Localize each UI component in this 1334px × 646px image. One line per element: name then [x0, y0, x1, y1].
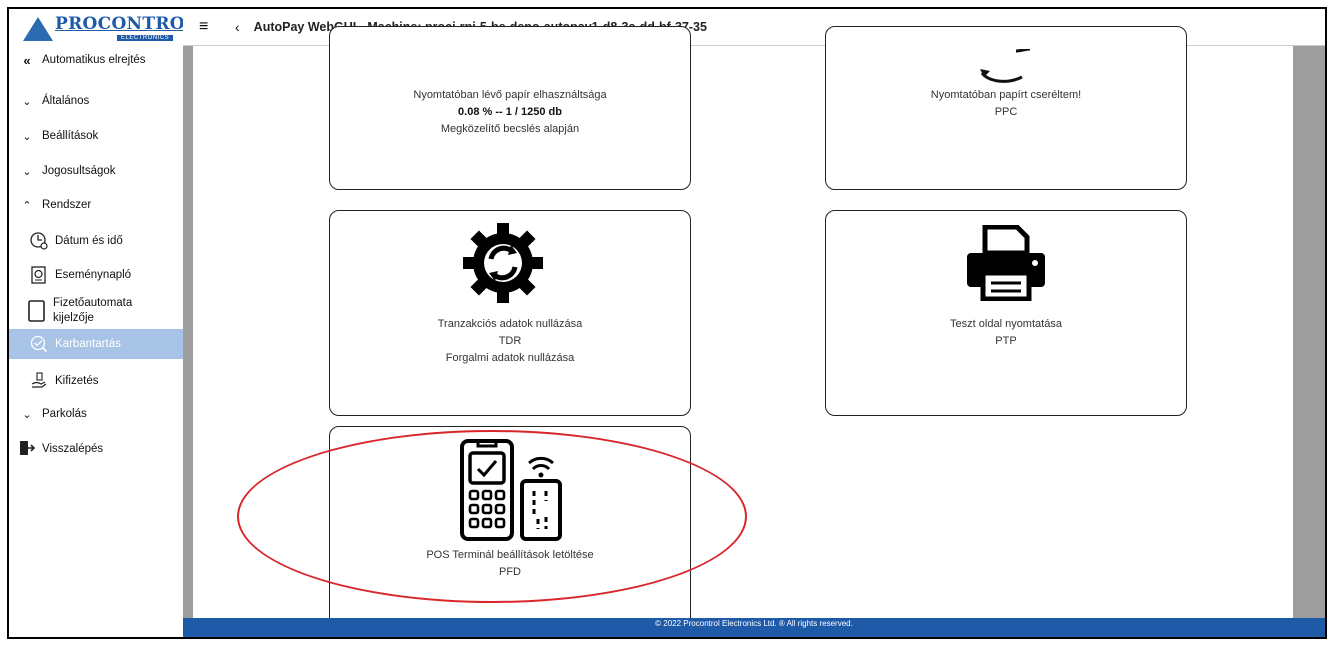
sidebar-item-label: Kifizetés	[55, 375, 99, 387]
sidebar-group-label: Rendszer	[42, 199, 92, 211]
sidebar-group-jogosultsagok[interactable]: ⌄ Jogosultságok	[9, 156, 183, 186]
footer-copyright: © 2022 Procontrol Electronics Ltd. ® All…	[655, 619, 853, 628]
sidebar-item-label: Eseménynapló	[55, 269, 132, 281]
sidebar-group-parkolas[interactable]: ⌄ Parkolás	[9, 399, 183, 429]
tablet-icon	[27, 300, 47, 322]
sidebar-item-label: Dátum és idő	[55, 235, 123, 247]
card-title: POS Terminál beállítások letöltése	[426, 549, 594, 561]
auto-hide-label: Automatikus elrejtés	[42, 54, 146, 66]
chevron-down-icon: ⌄	[22, 130, 32, 143]
sidebar-group-label: Általános	[42, 95, 90, 107]
sidebar-item-label: Karbantartás	[55, 338, 121, 350]
sidebar-item-datum[interactable]: Dátum és idő	[9, 227, 183, 255]
logout-label: Visszalépés	[42, 443, 104, 455]
maintenance-panel: Nyomtatóban lévő papír elhasználtsága 0.…	[193, 26, 1293, 632]
footer: © 2022 Procontrol Electronics Ltd. ® All…	[183, 618, 1325, 637]
chevron-down-icon: ⌄	[22, 408, 32, 421]
clock-gear-icon	[29, 231, 49, 251]
sidebar-item-karbantartas[interactable]: Karbantartás	[9, 329, 183, 359]
main-content: Nyomtatóban lévő papír elhasználtsága 0.…	[183, 26, 1325, 632]
card-title: Nyomtatóban lévő papír elhasználtsága	[413, 89, 607, 101]
sidebar: PROCONTROL ELECTRONICS « Automatikus elr…	[9, 9, 197, 637]
hand-coin-icon	[29, 371, 49, 391]
card-paper-usage[interactable]: Nyomtatóban lévő papír elhasználtsága 0.…	[329, 26, 691, 190]
chevron-up-icon: ⌃	[22, 199, 32, 212]
card-tdr[interactable]: Tranzakciós adatok nullázása TDR Forgalm…	[329, 210, 691, 416]
printer-icon	[967, 225, 1045, 301]
sidebar-group-label: Parkolás	[42, 408, 87, 420]
sidebar-group-beallitasok[interactable]: ⌄ Beállítások	[9, 121, 183, 151]
logo-triangle-icon	[23, 17, 53, 41]
card-title: Teszt oldal nyomtatása	[950, 318, 1062, 330]
hamburger-menu-icon[interactable]: ≡	[199, 18, 215, 36]
sidebar-group-altalanos[interactable]: ⌄ Általános	[9, 86, 183, 116]
refresh-arrows-icon	[980, 49, 1031, 83]
card-code: TDR	[498, 335, 522, 347]
logo-sub: ELECTRONICS	[117, 35, 174, 41]
card-ptp[interactable]: Teszt oldal nyomtatása PTP	[825, 210, 1187, 416]
card-code: PFD	[499, 566, 521, 578]
sidebar-logout[interactable]: Visszalépés	[9, 434, 183, 464]
card-code: PPC	[994, 106, 1018, 118]
paper-usage-value: 0.08 % -- 1 / 1250 db	[458, 106, 562, 118]
pos-terminal-icon	[460, 439, 562, 541]
card-code: PTP	[995, 335, 1017, 347]
card-title: Tranzakciós adatok nullázása	[437, 318, 583, 330]
sidebar-group-label: Beállítások	[42, 130, 99, 142]
sidebar-item-esemenynaplo[interactable]: Eseménynapló	[9, 261, 183, 289]
card-note: Megközelítő becslés alapján	[440, 123, 580, 135]
logout-door-icon	[19, 440, 36, 459]
chevron-down-icon: ⌄	[22, 95, 32, 108]
card-title: Nyomtatóban papírt cseréltem!	[930, 89, 1082, 101]
wrench-check-icon	[29, 334, 49, 354]
chevron-down-icon: ⌄	[22, 165, 32, 178]
procontrol-logo[interactable]: PROCONTROL ELECTRONICS	[21, 13, 197, 45]
logo-brand: PROCONTROL	[55, 14, 198, 34]
chevron-left-icon[interactable]: ‹	[235, 19, 240, 35]
sidebar-group-label: Jogosultságok	[42, 165, 116, 177]
log-document-icon	[29, 265, 49, 285]
auto-hide-toggle[interactable]: « Automatikus elrejtés	[9, 45, 183, 75]
sidebar-item-kifizetes[interactable]: Kifizetés	[9, 367, 183, 395]
card-note: Forgalmi adatok nullázása	[445, 352, 575, 364]
sidebar-item-kijelzo[interactable]: Fizetőautomata kijelzője	[9, 293, 183, 329]
double-chevron-left-icon: «	[23, 52, 31, 68]
app-window: PROCONTROL ELECTRONICS « Automatikus elr…	[7, 7, 1327, 639]
gear-refresh-icon	[463, 223, 543, 303]
card-pfd[interactable]: POS Terminál beállítások letöltése PFD	[329, 426, 691, 632]
card-paper-changed[interactable]: Nyomtatóban papírt cseréltem! PPC	[825, 26, 1187, 190]
sidebar-group-rendszer[interactable]: ⌃ Rendszer	[9, 190, 183, 220]
sidebar-item-label: Fizetőautomata kijelzője	[53, 297, 133, 324]
